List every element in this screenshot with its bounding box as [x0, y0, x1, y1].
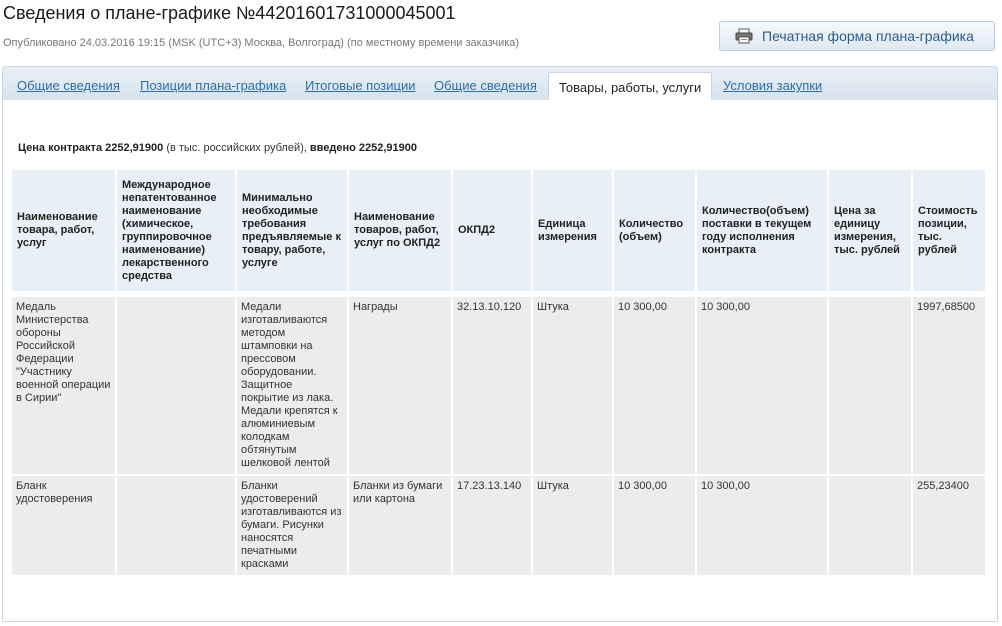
- table-cell: Бланки удостоверений изготавливаются из …: [236, 475, 349, 577]
- tab-goods-works-services[interactable]: Товары, работы, услуги: [548, 72, 713, 101]
- entered-label: введено: [309, 142, 356, 154]
- table-header-row: Наименование товара, работ, услуг Междун…: [12, 170, 987, 291]
- column-header: Стоимость позиции, тыс. рублей: [912, 170, 987, 291]
- column-header: Наименование товаров, работ, услуг по ОК…: [348, 170, 453, 291]
- column-header: Количество(объем) поставки в текущем год…: [696, 170, 829, 291]
- page-title: Сведения о плане-графике №44201601731000…: [3, 3, 456, 23]
- table-cell: 255,23400: [912, 475, 987, 577]
- print-form-button[interactable]: Печатная форма плана-графика: [719, 21, 995, 51]
- tab-total-positions[interactable]: Итоговые позиции: [305, 78, 415, 93]
- goods-table: Наименование товара, работ, услуг Междун…: [12, 170, 987, 577]
- table-row: Бланк удостоверения Бланки удостоверений…: [12, 475, 987, 577]
- contract-price: Цена контракта 2252,91900 (в тыс. россий…: [18, 142, 417, 154]
- contract-price-value: 2252,91900: [105, 142, 164, 154]
- table-cell: [828, 475, 913, 577]
- table-cell: [116, 297, 237, 476]
- table-cell: Бланк удостоверения: [12, 475, 117, 577]
- table-cell: Штука: [532, 297, 614, 476]
- publication-info: Опубликовано 24.03.2016 19:15 (MSK (UTC+…: [3, 37, 520, 49]
- printer-icon: [735, 28, 753, 44]
- column-header: ОКПД2: [452, 170, 533, 291]
- table-cell: 32.13.10.120: [452, 297, 533, 476]
- table-cell: Медаль Министерства обороны Российской Ф…: [12, 297, 117, 476]
- column-header: Международное непатентованное наименован…: [116, 170, 237, 291]
- table-cell: Бланки из бумаги или картона: [348, 475, 453, 577]
- column-header: Наименование товара, работ, услуг: [12, 170, 117, 291]
- table-cell: Медали изготавливаются методом штамповки…: [236, 297, 349, 476]
- table-cell: 10 300,00: [613, 297, 697, 476]
- contract-price-unit: (в тыс. российских рублей),: [166, 142, 307, 154]
- tab-purchase-conditions[interactable]: Условия закупки: [723, 78, 822, 93]
- tab-plan-positions[interactable]: Позиции плана-графика: [140, 78, 286, 93]
- tab-bar: Общие сведения Позиции плана-графика Ито…: [2, 66, 998, 101]
- tab-general-info-2[interactable]: Общие сведения: [434, 78, 537, 93]
- table-cell: [828, 297, 913, 476]
- table-cell: Штука: [532, 475, 614, 577]
- column-header: Количество (объем): [613, 170, 697, 291]
- tab-general-info[interactable]: Общие сведения: [17, 78, 120, 93]
- table-cell: 10 300,00: [696, 297, 829, 476]
- print-form-label: Печатная форма плана-графика: [762, 28, 974, 44]
- column-header: Минимально необходимые требования предъя…: [236, 170, 349, 291]
- column-header: Единица измерения: [532, 170, 614, 291]
- table-cell: 1997,68500: [912, 297, 987, 476]
- table-row: Медаль Министерства обороны Российской Ф…: [12, 297, 987, 476]
- contract-price-label: Цена контракта: [18, 142, 103, 154]
- table-cell: Награды: [348, 297, 453, 476]
- table-cell: 10 300,00: [613, 475, 697, 577]
- table-cell: 17.23.13.140: [452, 475, 533, 577]
- table-cell: 10 300,00: [696, 475, 829, 577]
- table-cell: [116, 475, 237, 577]
- column-header: Цена за единицу измерения, тыс. рублей: [828, 170, 913, 291]
- entered-value: 2252,91900: [358, 142, 418, 154]
